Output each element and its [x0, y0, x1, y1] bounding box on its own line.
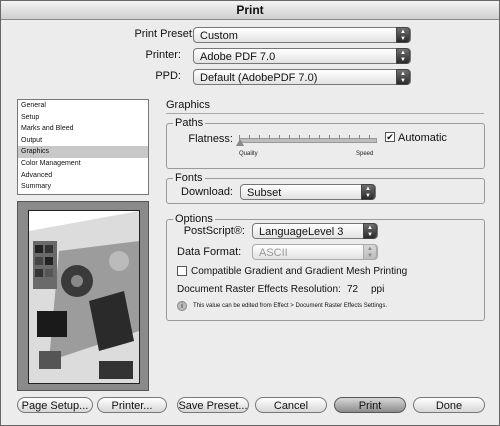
slider-thumb-icon[interactable] [236, 139, 244, 146]
cancel-button[interactable]: Cancel [255, 397, 327, 413]
sidebar-item-setup[interactable]: Setup [18, 112, 148, 124]
panel-title: Graphics [166, 99, 211, 111]
raster-resolution-unit: ppi [371, 284, 385, 295]
info-icon: i [177, 301, 187, 311]
artwork-thumbnail [29, 211, 139, 383]
flatness-label: Flatness: [188, 133, 233, 145]
sidebar-item-advanced[interactable]: Advanced [18, 170, 148, 182]
updown-arrows-icon: ▲ ▼ [363, 223, 377, 239]
info-text: This value can be edited from Effect > D… [193, 303, 388, 309]
paths-group-label: Paths [173, 117, 206, 129]
updown-arrows-icon: ▲ ▼ [396, 48, 410, 64]
data-format-label: Data Format: [177, 246, 242, 258]
gradient-checkbox[interactable] [177, 266, 187, 276]
data-format-popup: ASCII ▲ ▼ [252, 244, 378, 260]
postscript-value: LanguageLevel 3 [259, 226, 344, 238]
print-preset-label: Print Preset: [134, 28, 195, 40]
ppd-label: PPD: [155, 70, 181, 82]
data-format-value: ASCII [259, 247, 288, 259]
quality-label: Quality [239, 151, 258, 157]
flatness-slider[interactable] [236, 129, 377, 149]
raster-resolution-label: Document Raster Effects Resolution: [177, 284, 341, 295]
print-preview [17, 201, 149, 391]
updown-arrows-icon: ▲ ▼ [396, 27, 410, 43]
download-label: Download: [181, 186, 233, 198]
print-preset-value: Custom [200, 30, 238, 42]
printer-value: Adobe PDF 7.0 [200, 51, 276, 63]
fonts-group-label: Fonts [173, 172, 205, 184]
page-setup-button[interactable]: Page Setup... [17, 397, 93, 413]
printer-popup[interactable]: Adobe PDF 7.0 ▲ ▼ [193, 48, 411, 64]
sidebar-item-marks-and-bleed[interactable]: Marks and Bleed [18, 123, 148, 135]
automatic-checkbox[interactable]: ✔ [385, 132, 395, 142]
printer-button[interactable]: Printer... [97, 397, 167, 413]
options-group-label: Options [173, 213, 215, 225]
slider-ticks [239, 135, 375, 139]
postscript-label: PostScript®: [183, 225, 245, 237]
postscript-popup[interactable]: LanguageLevel 3 ▲ ▼ [252, 223, 378, 239]
download-value: Subset [247, 187, 282, 199]
printer-label: Printer: [145, 49, 181, 61]
sidebar-item-color-management[interactable]: Color Management [18, 158, 148, 170]
raster-resolution-value: 72 [347, 284, 359, 295]
window-title: Print [1, 1, 499, 20]
sidebar-item-general[interactable]: General [18, 100, 148, 112]
save-preset-button[interactable]: Save Preset... [177, 397, 249, 413]
print-preset-popup[interactable]: Custom ▲ ▼ [193, 27, 411, 43]
speed-label: Speed [356, 151, 374, 157]
updown-arrows-icon: ▲ ▼ [363, 244, 377, 260]
sidebar-item-summary[interactable]: Summary [18, 181, 148, 193]
gradient-label: Compatible Gradient and Gradient Mesh Pr… [191, 266, 408, 277]
sidebar-item-graphics[interactable]: Graphics [18, 146, 148, 158]
sidebar-item-output[interactable]: Output [18, 135, 148, 147]
checkmark-icon: ✔ [386, 132, 394, 142]
updown-arrows-icon: ▲ ▼ [361, 184, 375, 200]
print-button[interactable]: Print [334, 397, 406, 413]
title-divider [166, 113, 484, 114]
category-list[interactable]: General Setup Marks and Bleed Output Gra… [17, 99, 149, 195]
download-popup[interactable]: Subset ▲ ▼ [240, 184, 376, 200]
updown-arrows-icon: ▲ ▼ [396, 69, 410, 85]
ppd-value: Default (AdobePDF 7.0) [200, 72, 318, 84]
automatic-label: Automatic [398, 132, 447, 144]
preview-page [28, 210, 140, 384]
print-dialog: Print Print Preset: Custom ▲ ▼ Printer: A… [0, 0, 500, 426]
ppd-popup[interactable]: Default (AdobePDF 7.0) ▲ ▼ [193, 69, 411, 85]
done-button[interactable]: Done [413, 397, 485, 413]
